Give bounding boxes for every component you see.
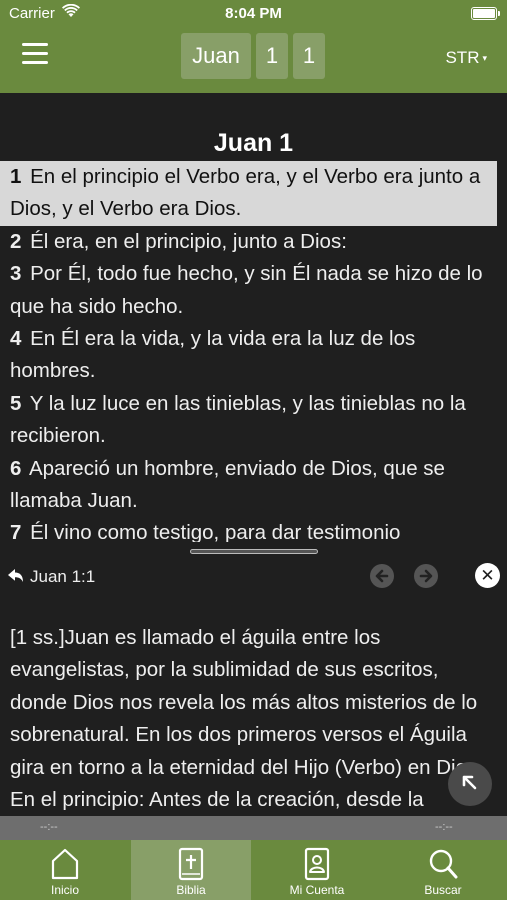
clock: 8:04 PM: [225, 5, 282, 22]
verse-text: Y la luz luce en las tinieblas, y las ti…: [10, 391, 466, 448]
close-commentary-button[interactable]: ✕: [475, 563, 500, 588]
home-icon: [51, 848, 79, 880]
commentary-header: Juan 1:1 ✕: [0, 558, 507, 594]
tab-label: Biblia: [176, 883, 206, 897]
close-icon: ✕: [480, 566, 495, 585]
verse-number: 4: [10, 327, 22, 351]
search-icon: [429, 849, 458, 879]
verse-text: Por Él, todo fue hecho, y sin Él nada se…: [10, 262, 483, 318]
version-label: STR: [445, 48, 480, 67]
verse-number: 1: [10, 165, 22, 188]
tab-label: Buscar: [424, 883, 462, 897]
audio-total-time: --:--: [435, 821, 453, 833]
arrow-left-icon: [375, 569, 389, 583]
tab-mi-cuenta[interactable]: Mi Cuenta: [257, 840, 377, 900]
verse-1[interactable]: 1 En el principio el Verbo era, y el Ver…: [0, 161, 497, 226]
tab-bar: Inicio Biblia Mi Cuenta Buscar: [0, 840, 507, 900]
battery-icon: [471, 7, 500, 20]
verse-list: 1 En el principio el Verbo era, y el Ver…: [0, 161, 498, 542]
verse-number: 2: [10, 229, 22, 253]
expand-arrow-icon: [462, 775, 477, 790]
menu-button[interactable]: [22, 43, 48, 65]
verse-5[interactable]: 5 Y la luz luce en las tinieblas, y las …: [10, 388, 498, 453]
tab-inicio[interactable]: Inicio: [5, 840, 125, 900]
version-selector[interactable]: STR ▾: [445, 48, 487, 68]
pane-splitter[interactable]: [0, 542, 507, 558]
next-comment-button[interactable]: [414, 564, 438, 588]
drag-handle[interactable]: [190, 549, 318, 554]
audio-elapsed-time: --:--: [40, 821, 58, 833]
status-bar: Carrier 8:04 PM: [0, 0, 507, 28]
hamburger-icon: [22, 43, 48, 46]
verse-3[interactable]: 3 Por Él, todo fue hecho, y sin Él nada …: [10, 258, 498, 323]
verse-text: En Él era la vida, y la vida era la luz …: [10, 327, 416, 383]
commentary-text: [1 ss.]Juan es llamado el águila entre l…: [10, 626, 483, 812]
reading-pane[interactable]: Juan 1 1 En el principio el Verbo era, y…: [0, 93, 507, 542]
tab-label: Inicio: [50, 883, 79, 897]
arrow-right-icon: [419, 569, 433, 583]
tab-buscar[interactable]: Buscar: [383, 840, 503, 900]
book-selector[interactable]: Juan: [181, 33, 251, 79]
expand-commentary-button[interactable]: [448, 762, 492, 806]
verse-number: 5: [10, 391, 22, 415]
tab-biblia[interactable]: Biblia: [131, 840, 251, 900]
verse-number: 6: [10, 456, 22, 480]
chapter-title: Juan 1: [213, 129, 294, 157]
verse-6[interactable]: 6 Apareció un hombre, enviado de Dios, q…: [10, 453, 498, 518]
bible-icon: [178, 847, 204, 881]
verse-2[interactable]: 2 Él era, en el principio, junto a Dios:: [10, 226, 498, 258]
verse-text: Él era, en el principio, junto a Dios:: [30, 229, 347, 253]
verse-text: Apareció un hombre, enviado de Dios, que…: [10, 456, 445, 513]
tab-label: Mi Cuenta: [289, 883, 345, 897]
verse-text: En el principio el Verbo era, y el Verbo…: [10, 165, 481, 221]
verse-text: Él vino como testigo, para dar testimoni…: [30, 521, 401, 542]
commentary-reference[interactable]: Juan 1:1: [30, 567, 95, 587]
top-bar: Carrier 8:04 PM Juan 1 1 STR ▾: [0, 0, 507, 93]
verse-7[interactable]: 7 Él vino como testigo, para dar testimo…: [10, 517, 498, 542]
verse-selector[interactable]: 1: [293, 33, 325, 79]
verse-number: 7: [10, 521, 22, 542]
account-icon: [304, 847, 330, 881]
dropdown-caret-icon: ▾: [482, 53, 487, 64]
chapter-selector[interactable]: 1: [256, 33, 288, 79]
verse-4[interactable]: 4 En Él era la vida, y la vida era la lu…: [10, 323, 498, 388]
audio-bar: --:-- --:--: [0, 816, 507, 840]
previous-comment-button[interactable]: [370, 564, 394, 588]
reply-arrow-icon[interactable]: [7, 567, 25, 585]
verse-number: 3: [10, 262, 22, 286]
